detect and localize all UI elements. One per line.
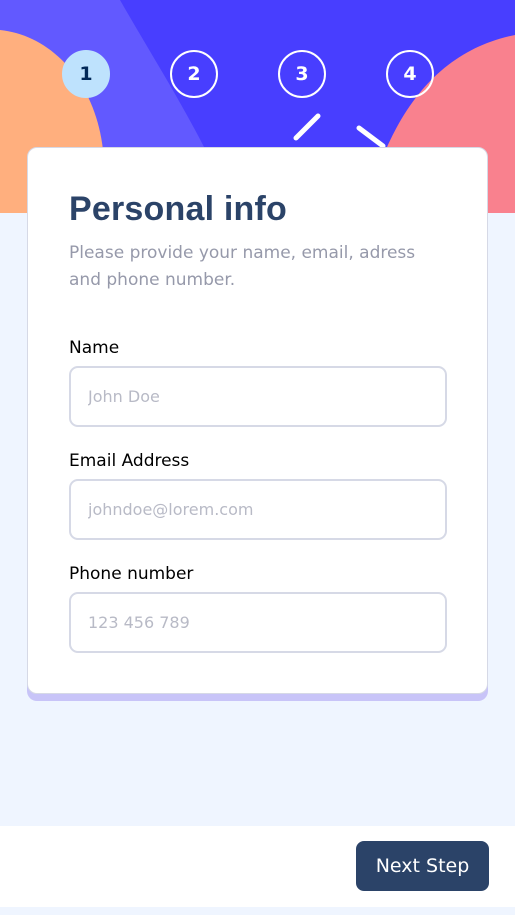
phone-field[interactable] bbox=[69, 592, 447, 653]
form-card: Personal info Please provide your name, … bbox=[27, 147, 488, 694]
name-label: Name bbox=[69, 338, 120, 358]
step-3[interactable]: 3 bbox=[278, 50, 326, 98]
banner-stroke-left bbox=[293, 113, 321, 141]
step-1[interactable]: 1 bbox=[62, 50, 110, 98]
banner-stroke-right bbox=[356, 125, 386, 149]
page-title: Personal info bbox=[69, 190, 287, 228]
step-number: 4 bbox=[403, 63, 417, 85]
phone-label: Phone number bbox=[69, 564, 194, 584]
step-number: 2 bbox=[187, 63, 201, 85]
name-field[interactable] bbox=[69, 366, 447, 427]
step-2[interactable]: 2 bbox=[170, 50, 218, 98]
next-step-button[interactable]: Next Step bbox=[356, 841, 489, 891]
step-indicator: 1 2 3 4 bbox=[0, 50, 515, 98]
step-4[interactable]: 4 bbox=[386, 50, 434, 98]
step-number: 3 bbox=[295, 63, 309, 85]
email-field[interactable] bbox=[69, 479, 447, 540]
step-number: 1 bbox=[79, 63, 93, 85]
page-subtitle: Please provide your name, email, adress … bbox=[69, 243, 416, 290]
footer-bar: Next Step bbox=[0, 826, 515, 907]
email-label: Email Address bbox=[69, 451, 190, 471]
